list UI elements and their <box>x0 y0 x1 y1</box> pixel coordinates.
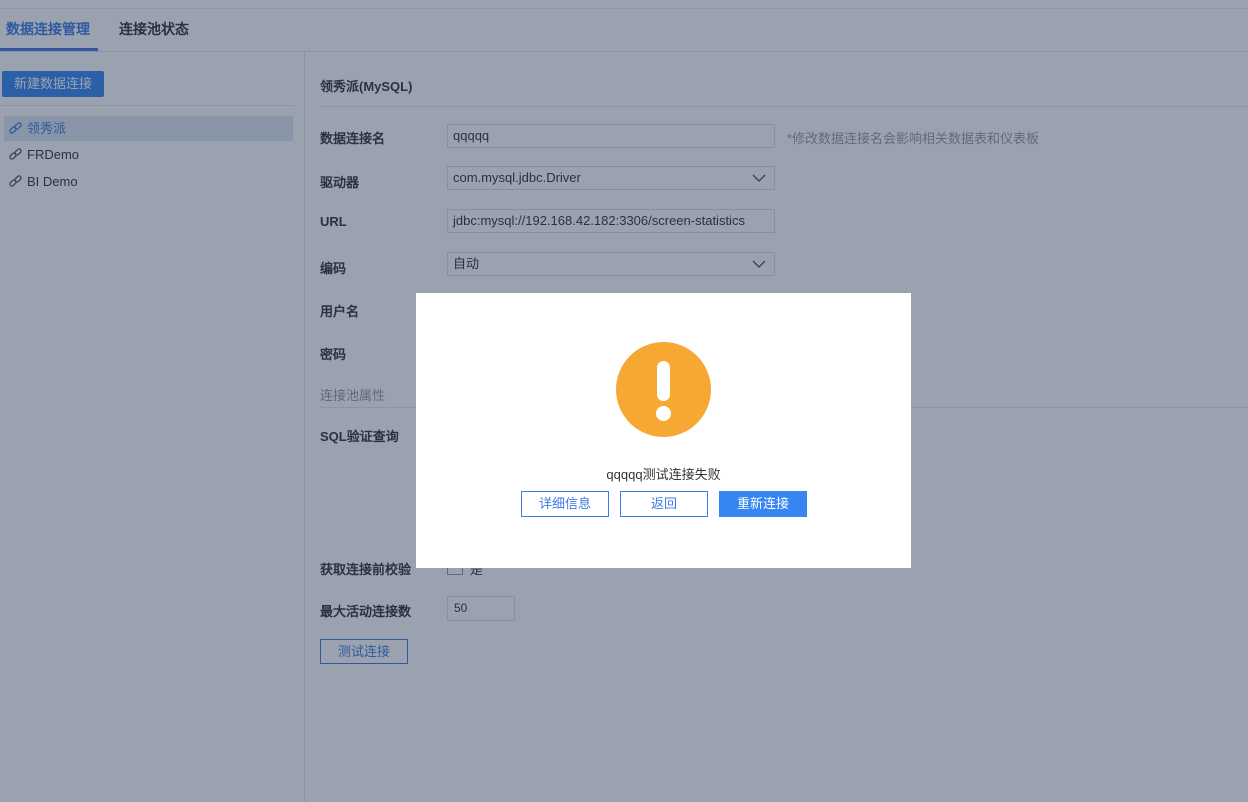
dialog-message: qqqqq测试连接失败 <box>606 467 721 482</box>
details-button[interactable]: 详细信息 <box>521 491 609 517</box>
back-button[interactable]: 返回 <box>620 491 708 517</box>
error-dialog: qqqqq测试连接失败 详细信息 返回 重新连接 <box>416 293 911 568</box>
warning-icon <box>616 342 711 437</box>
reconnect-button[interactable]: 重新连接 <box>719 491 807 517</box>
